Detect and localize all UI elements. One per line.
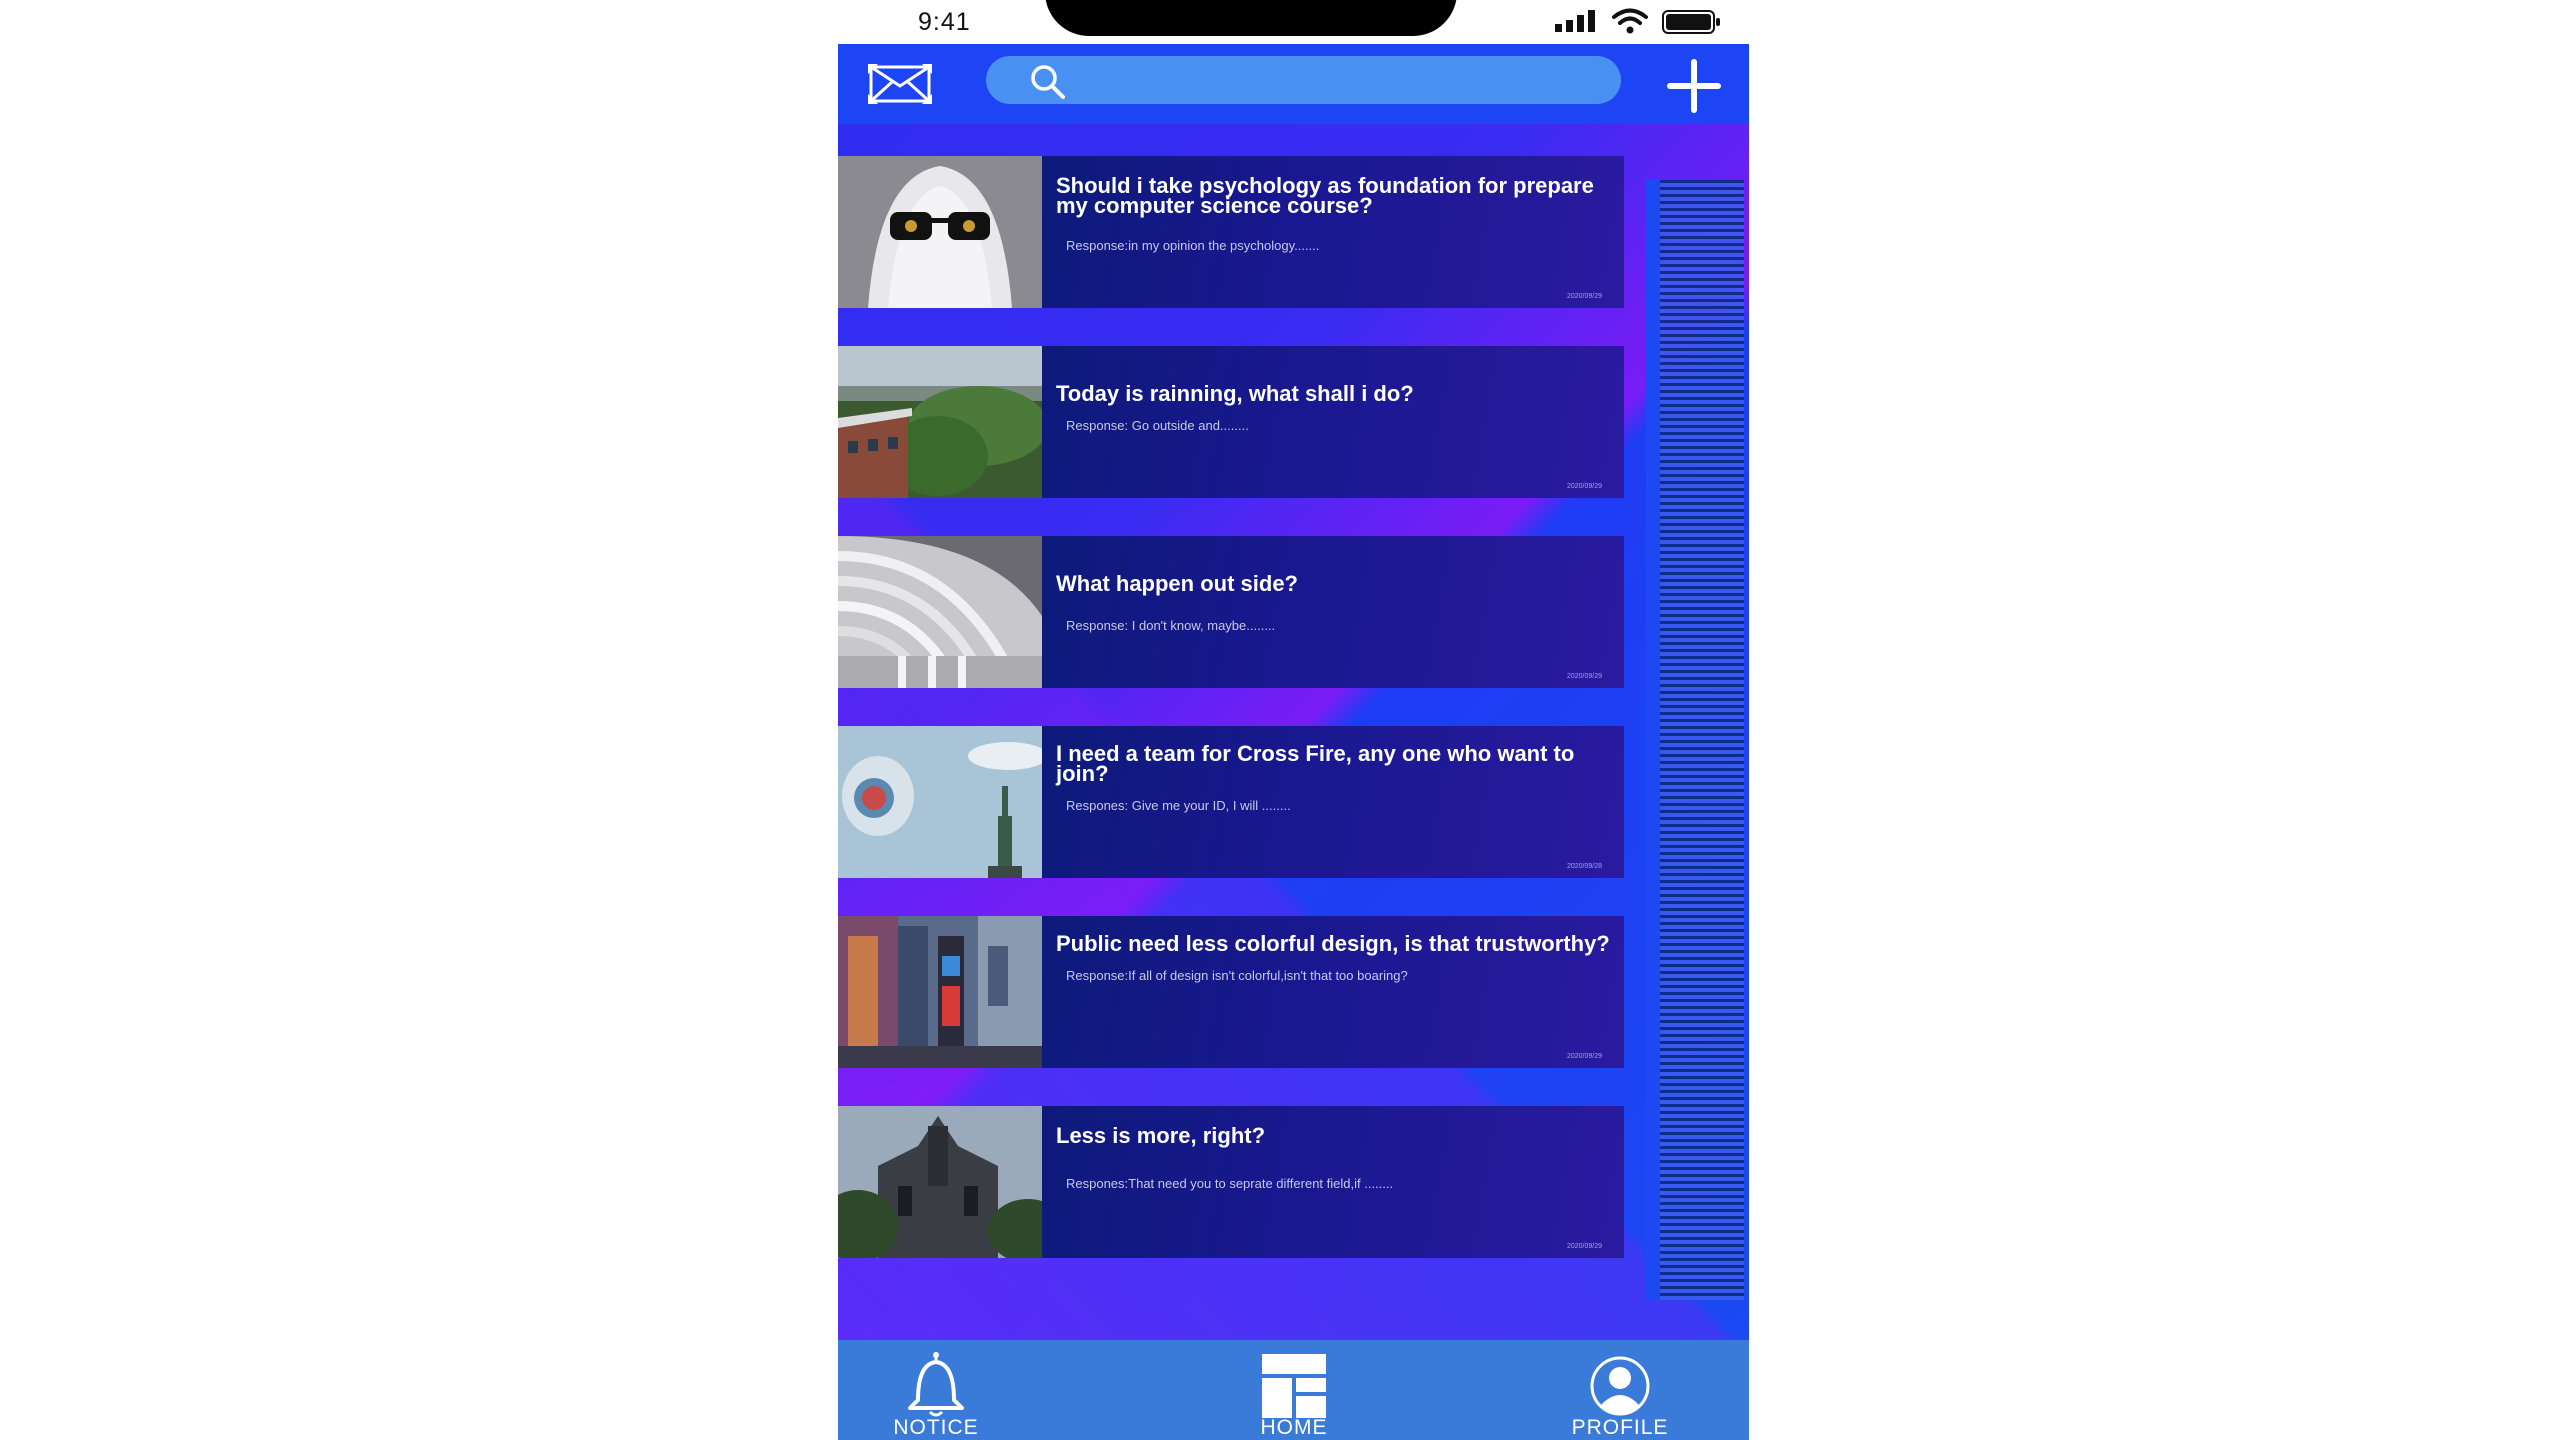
profile-icon bbox=[1590, 1356, 1650, 1416]
post-card[interactable]: Should i take psychology as foundation f… bbox=[838, 156, 1624, 308]
app-content: Should i take psychology as foundation f… bbox=[838, 44, 1749, 1340]
wifi-icon bbox=[1612, 8, 1648, 34]
tab-home[interactable]: HOME bbox=[1224, 1340, 1364, 1440]
mail-expand-icon[interactable] bbox=[868, 64, 932, 104]
search-icon[interactable] bbox=[1030, 64, 1066, 100]
tab-label-home: HOME bbox=[1260, 1416, 1328, 1439]
post-card[interactable]: What happen out side? Response: I don't … bbox=[838, 536, 1624, 688]
scrollbar-edge bbox=[1646, 180, 1660, 1300]
post-date: 2020/09/29 bbox=[1566, 293, 1602, 300]
post-title: Less is more, right? bbox=[1056, 1123, 1266, 1148]
post-card[interactable]: Less is more, right? Respones:That need … bbox=[838, 1106, 1624, 1258]
plus-icon[interactable] bbox=[1664, 58, 1724, 114]
post-response: Response: I don't know, maybe........ bbox=[1066, 618, 1276, 633]
search-bar[interactable] bbox=[986, 56, 1621, 104]
scrollbar[interactable] bbox=[1646, 180, 1744, 1300]
post-card[interactable]: Public need less colorful design, is tha… bbox=[838, 916, 1624, 1068]
post-date: 2020/09/29 bbox=[1566, 673, 1602, 680]
tab-bar: NOTICE HOME PROFILE bbox=[838, 1340, 1749, 1440]
post-thumbnail-white-tunnel bbox=[838, 536, 1042, 688]
phone-screen: 9:41 Should i take psychology as foundat… bbox=[838, 0, 1749, 1440]
post-card[interactable]: I need a team for Cross Fire, any one wh… bbox=[838, 726, 1624, 878]
post-content: Should i take psychology as foundation f… bbox=[1042, 156, 1624, 308]
post-content: Today is rainning, what shall i do? Resp… bbox=[1042, 346, 1624, 498]
post-response: Respones: Give me your ID, I will ......… bbox=[1066, 798, 1291, 813]
home-grid-icon bbox=[1262, 1354, 1326, 1418]
post-thumbnail-gothic-cathedral bbox=[838, 1106, 1042, 1258]
post-title: What happen out side? bbox=[1056, 571, 1298, 596]
status-time: 9:41 bbox=[918, 8, 971, 36]
post-date: 2020/09/29 bbox=[1566, 1243, 1602, 1250]
post-title: Public need less colorful design, is tha… bbox=[1056, 931, 1610, 956]
battery-icon bbox=[1662, 10, 1720, 34]
post-thumbnail-rainy-campus bbox=[838, 346, 1042, 498]
post-content: Public need less colorful design, is tha… bbox=[1042, 916, 1624, 1068]
post-thumbnail-statue-of-liberty bbox=[838, 726, 1042, 878]
tab-label-profile: PROFILE bbox=[1571, 1416, 1669, 1439]
post-response: Response:in my opinion the psychology...… bbox=[1066, 238, 1320, 253]
post-thumbnail-ghost-sunglasses bbox=[838, 156, 1042, 308]
post-card[interactable]: Today is rainning, what shall i do? Resp… bbox=[838, 346, 1624, 498]
post-content: What happen out side? Response: I don't … bbox=[1042, 536, 1624, 688]
search-input[interactable] bbox=[1082, 62, 1606, 100]
post-content: Less is more, right? Respones:That need … bbox=[1042, 1106, 1624, 1258]
post-title: Should i take psychology as foundation f… bbox=[1056, 173, 1594, 218]
tab-label-notice: NOTICE bbox=[893, 1416, 979, 1439]
post-title: I need a team for Cross Fire, any one wh… bbox=[1056, 741, 1575, 786]
bell-icon bbox=[908, 1352, 964, 1417]
header-bar bbox=[838, 44, 1749, 124]
post-response: Respones:That need you to seprate differ… bbox=[1066, 1176, 1394, 1191]
signal-icon bbox=[1555, 10, 1595, 32]
post-response: Response:If all of design isn't colorful… bbox=[1066, 968, 1408, 983]
status-bar: 9:41 bbox=[838, 0, 1749, 44]
notch bbox=[1045, 0, 1457, 36]
post-thumbnail-times-square bbox=[838, 916, 1042, 1068]
post-date: 2020/09/29 bbox=[1566, 1053, 1602, 1060]
tab-profile[interactable]: PROFILE bbox=[1550, 1340, 1690, 1440]
post-date: 2020/09/29 bbox=[1566, 483, 1602, 490]
post-content: I need a team for Cross Fire, any one wh… bbox=[1042, 726, 1624, 878]
post-date: 2020/09/28 bbox=[1566, 863, 1602, 870]
post-response: Response: Go outside and........ bbox=[1066, 418, 1249, 433]
tab-notice[interactable]: NOTICE bbox=[866, 1340, 1006, 1440]
post-title: Today is rainning, what shall i do? bbox=[1056, 381, 1414, 406]
